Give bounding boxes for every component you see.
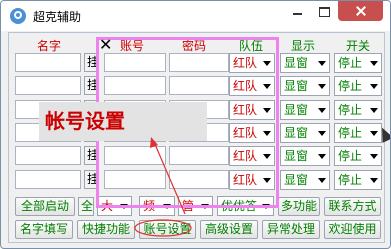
header-display: 显示	[291, 39, 316, 53]
minimize-button[interactable]	[284, 1, 311, 21]
switch-select-value: 停止	[338, 79, 363, 93]
title-bar: 超克辅助	[1, 1, 390, 31]
chevron-down-icon	[318, 84, 326, 89]
name-field[interactable]	[15, 53, 81, 72]
switch-select[interactable]: 停止	[334, 123, 382, 143]
close-button[interactable]	[338, 1, 383, 21]
account-settings-button[interactable]: 账号设置	[139, 220, 196, 239]
chevron-down-icon	[370, 84, 378, 89]
display-select[interactable]: 显窗	[280, 100, 330, 120]
close-mark-icon: ✕	[99, 35, 113, 54]
app-icon	[10, 8, 26, 24]
chevron-down-icon	[370, 178, 378, 183]
switch-select[interactable]: 停止	[334, 53, 382, 73]
maximize-button[interactable]	[311, 1, 338, 21]
display-select[interactable]: 显窗	[280, 170, 330, 190]
header-switch: 开关	[346, 39, 371, 53]
advanced-settings-button[interactable]: 高级设置	[200, 220, 258, 239]
chevron-down-icon	[370, 61, 378, 66]
name-fill-button[interactable]: 名字填写	[15, 220, 73, 239]
switch-select[interactable]: 停止	[334, 76, 382, 96]
contact-button[interactable]: 联系方式	[324, 197, 381, 216]
multi-function-button[interactable]: 多功能	[278, 197, 320, 216]
switch-select-value: 停止	[338, 56, 363, 70]
display-select[interactable]: 显窗	[280, 53, 330, 73]
welcome-button[interactable]: 欢迎使用	[324, 220, 381, 239]
switch-select-value: 停止	[338, 149, 363, 163]
start-all-button[interactable]: 全部启动	[15, 197, 75, 216]
chevron-down-icon	[318, 131, 326, 136]
display-select[interactable]: 显窗	[280, 146, 330, 166]
display-select[interactable]: 显窗	[280, 123, 330, 143]
app-window: 超克辅助 名字 账号 密码 队伍 显示 开关 挂红队显窗停止挂红队显窗停止挂红队…	[0, 0, 391, 249]
header-name: 名字	[37, 39, 62, 53]
display-select-value: 显窗	[284, 79, 309, 93]
display-select-value: 显窗	[284, 126, 309, 140]
display-select-value: 显窗	[284, 56, 309, 70]
switch-select-value: 停止	[338, 103, 363, 117]
chevron-down-icon	[318, 61, 326, 66]
switch-select-value: 停止	[338, 173, 363, 187]
shortcut-button[interactable]: 快捷功能	[77, 220, 135, 239]
switch-select[interactable]: 停止	[334, 170, 382, 190]
name-field[interactable]	[15, 146, 81, 165]
annotation-label: 帐号设置	[39, 102, 207, 141]
chevron-down-icon	[318, 108, 326, 113]
switch-select[interactable]: 停止	[334, 100, 382, 120]
display-select[interactable]: 显窗	[280, 76, 330, 96]
switch-select[interactable]: 停止	[334, 146, 382, 166]
name-field[interactable]	[15, 76, 81, 95]
window-title: 超克辅助	[33, 10, 82, 24]
chevron-down-icon	[370, 154, 378, 159]
chevron-down-icon	[370, 108, 378, 113]
chevron-down-icon	[318, 154, 326, 159]
name-field[interactable]	[15, 170, 81, 189]
display-select-value: 显窗	[284, 173, 309, 187]
display-select-value: 显窗	[284, 103, 309, 117]
display-select-value: 显窗	[284, 149, 309, 163]
exception-handling-button[interactable]: 异常处理	[262, 220, 320, 239]
switch-select-value: 停止	[338, 126, 363, 140]
truncated-button[interactable]: 全	[78, 197, 94, 216]
chevron-down-icon	[318, 178, 326, 183]
